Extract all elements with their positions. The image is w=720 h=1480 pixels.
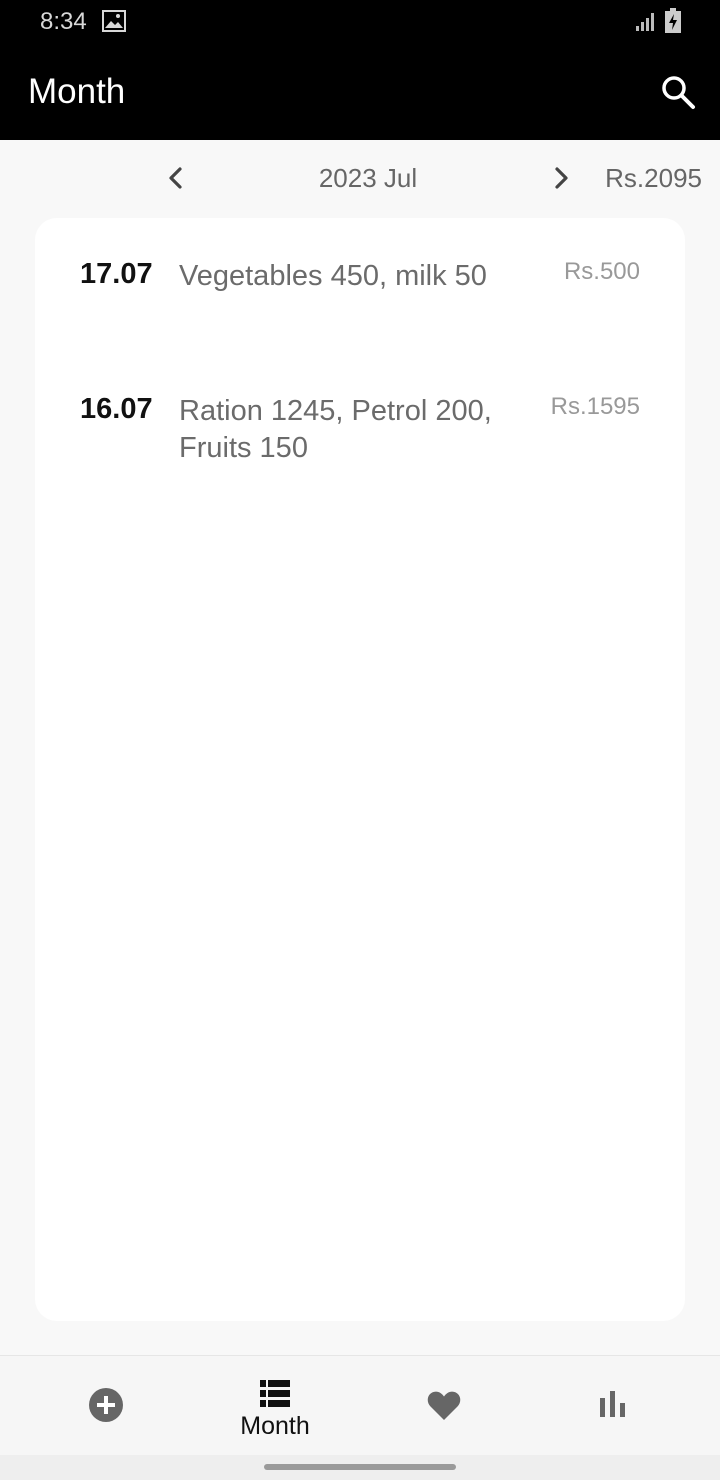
battery-charging-icon — [665, 8, 681, 33]
nav-month[interactable]: Month — [185, 1356, 365, 1456]
list-item[interactable]: 17.07 Vegetables 450, milk 50 Rs.500 — [35, 258, 685, 358]
search-icon[interactable] — [658, 72, 698, 112]
home-indicator[interactable] — [264, 1464, 456, 1470]
month-label: 2023 Jul — [318, 163, 418, 193]
status-time: 8:34 — [40, 8, 87, 35]
add-circle-icon — [89, 1388, 123, 1422]
month-navigator: 2023 Jul Rs.2095 — [0, 140, 720, 218]
entry-description: Ration 1245, Petrol 200, Fruits 150 — [179, 395, 492, 464]
chevron-right-icon[interactable] — [545, 162, 577, 194]
app-bar: Month — [0, 44, 720, 140]
signal-icon — [636, 13, 654, 31]
list-icon — [260, 1380, 290, 1407]
entry-amount: Rs.500 — [563, 258, 640, 285]
page-title: Month — [28, 72, 126, 111]
nav-add[interactable] — [16, 1356, 196, 1456]
entry-date: 16.07 — [80, 393, 153, 425]
entry-amount: Rs.1595 — [550, 393, 640, 420]
entries-card: 17.07 Vegetables 450, milk 50 Rs.500 16.… — [35, 218, 685, 1321]
status-bar: 8:34 — [0, 0, 720, 44]
bar-chart-icon — [600, 1391, 625, 1417]
entry-description: Vegetables 450, milk 50 — [179, 260, 487, 292]
list-item[interactable]: 16.07 Ration 1245, Petrol 200, Fruits 15… — [35, 393, 685, 493]
entry-date: 17.07 — [80, 258, 153, 290]
heart-icon — [427, 1391, 461, 1420]
bottom-navigation: Month — [0, 1355, 720, 1455]
chevron-left-icon[interactable] — [160, 162, 192, 194]
nav-favorites[interactable] — [354, 1356, 534, 1456]
gesture-bar — [0, 1455, 720, 1480]
nav-month-label: Month — [240, 1412, 310, 1440]
month-total: Rs.2095 — [605, 163, 702, 193]
image-notification-icon — [102, 10, 126, 32]
nav-stats[interactable] — [523, 1356, 703, 1456]
